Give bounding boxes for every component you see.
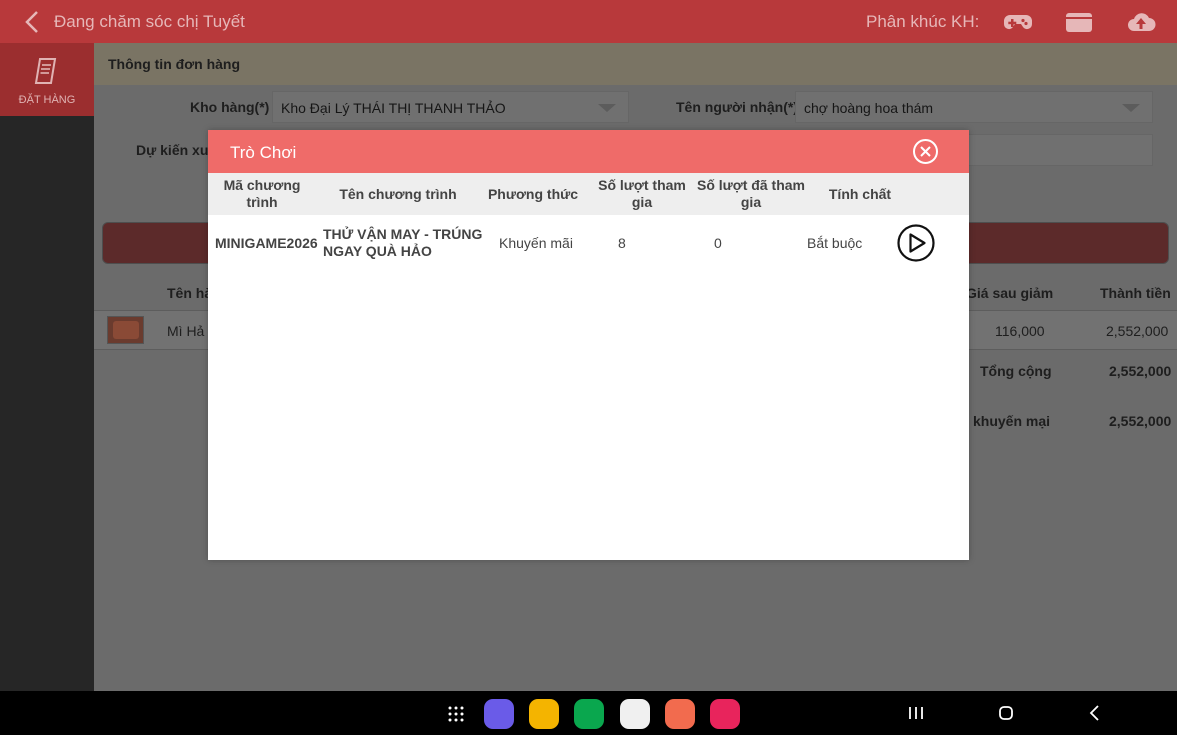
home-button[interactable] — [993, 701, 1019, 725]
recipient-value: chợ hoàng hoa thám — [804, 100, 934, 116]
expected-date-label: Dự kiến xuấ — [136, 142, 217, 158]
play-icon[interactable] — [896, 223, 936, 263]
recipient-label: Tên người nhận(*) — [676, 99, 798, 115]
program-turns-used: 0 — [714, 234, 722, 251]
rail-tab-label: ĐẶT HÀNG — [18, 94, 76, 106]
recents-button[interactable] — [903, 701, 929, 725]
dialog-header: Trò Chơi — [208, 130, 969, 173]
close-icon[interactable] — [912, 138, 939, 165]
contacts-app-icon[interactable] — [665, 699, 695, 729]
games-table-header: Mã chương trình Tên chương trình Phương … — [208, 173, 969, 215]
col-total: Thành tiền — [1100, 285, 1171, 301]
table-row: MINIGAME2026 THỬ VẬN MAY - TRÚNG NGAY QU… — [208, 215, 969, 271]
chevron-down-icon — [598, 104, 616, 112]
col-product-name: Tên hà — [167, 285, 213, 301]
left-rail: ĐẶT HÀNG — [0, 43, 94, 691]
phone-app-icon[interactable] — [574, 699, 604, 729]
files-app-icon[interactable] — [529, 699, 559, 729]
col-turns-used: Số lượt đã tham gia — [697, 177, 805, 210]
order-info-title: Thông tin đơn hàng — [108, 56, 241, 72]
product-price-after: 116,000 — [995, 323, 1045, 339]
dialog-title: Trò Chơi — [230, 143, 297, 162]
col-method: Phương thức — [487, 185, 579, 202]
rail-tab-order[interactable]: ĐẶT HÀNG — [0, 43, 94, 116]
system-navigation-bar — [0, 691, 1177, 735]
expected-date-field[interactable] — [954, 134, 1153, 166]
recipient-select[interactable]: chợ hoàng hoa thám — [795, 91, 1153, 123]
order-info-header: Thông tin đơn hàng — [94, 43, 1177, 85]
games-dialog: Trò Chơi Mã chương trình Tên chương trìn… — [208, 130, 969, 560]
program-name: THỬ VẬN MAY - TRÚNG NGAY QUÀ HẢO — [323, 226, 483, 259]
promo-value: 2,552,000 — [1109, 413, 1172, 429]
warehouse-value: Kho Đại Lý THÁI THỊ THANH THẢO — [281, 100, 506, 116]
col-price-after-discount: Giá sau giảm — [966, 285, 1054, 301]
warehouse-select[interactable]: Kho Đại Lý THÁI THỊ THANH THẢO — [272, 91, 629, 123]
warehouse-label: Kho hàng(*) — [190, 99, 270, 115]
wallet-icon[interactable] — [1064, 8, 1094, 36]
page-title: Đang chăm sóc chị Tuyết — [54, 12, 245, 31]
chevron-down-icon — [1122, 104, 1140, 112]
program-type: Bắt buộc — [807, 234, 863, 251]
product-thumbnail — [107, 316, 144, 344]
customer-segment-label: Phân khúc KH: — [866, 12, 980, 31]
app-drawer-icon[interactable] — [446, 704, 466, 724]
back-button[interactable] — [1082, 701, 1108, 725]
col-type: Tính chất — [828, 185, 892, 202]
product-total: 2,552,000 — [1106, 323, 1169, 339]
program-method: Khuyến mãi — [499, 234, 573, 251]
col-program-code: Mã chương trình — [223, 177, 301, 210]
program-turns: 8 — [618, 234, 626, 251]
product-name: Mì Hả — [167, 323, 205, 339]
sum-value: 2,552,000 — [1109, 363, 1172, 379]
order-document-icon — [34, 58, 57, 84]
program-code: MINIGAME2026 — [215, 234, 318, 251]
col-program-name: Tên chương trình — [339, 185, 457, 202]
col-turns: Số lượt tham gia — [598, 177, 686, 210]
messages-app-icon[interactable] — [620, 699, 650, 729]
camera-app-icon[interactable] — [710, 699, 740, 729]
top-app-bar: Đang chăm sóc chị Tuyết Phân khúc KH: — [0, 0, 1177, 43]
sum-label: Tổng cộng — [980, 363, 1052, 379]
gamepad-icon[interactable] — [1003, 8, 1033, 36]
promo-label: khuyến mại — [973, 413, 1051, 429]
internet-app-icon[interactable] — [484, 699, 514, 729]
back-chevron-icon[interactable] — [18, 8, 48, 36]
cloud-upload-icon[interactable] — [1126, 8, 1156, 36]
